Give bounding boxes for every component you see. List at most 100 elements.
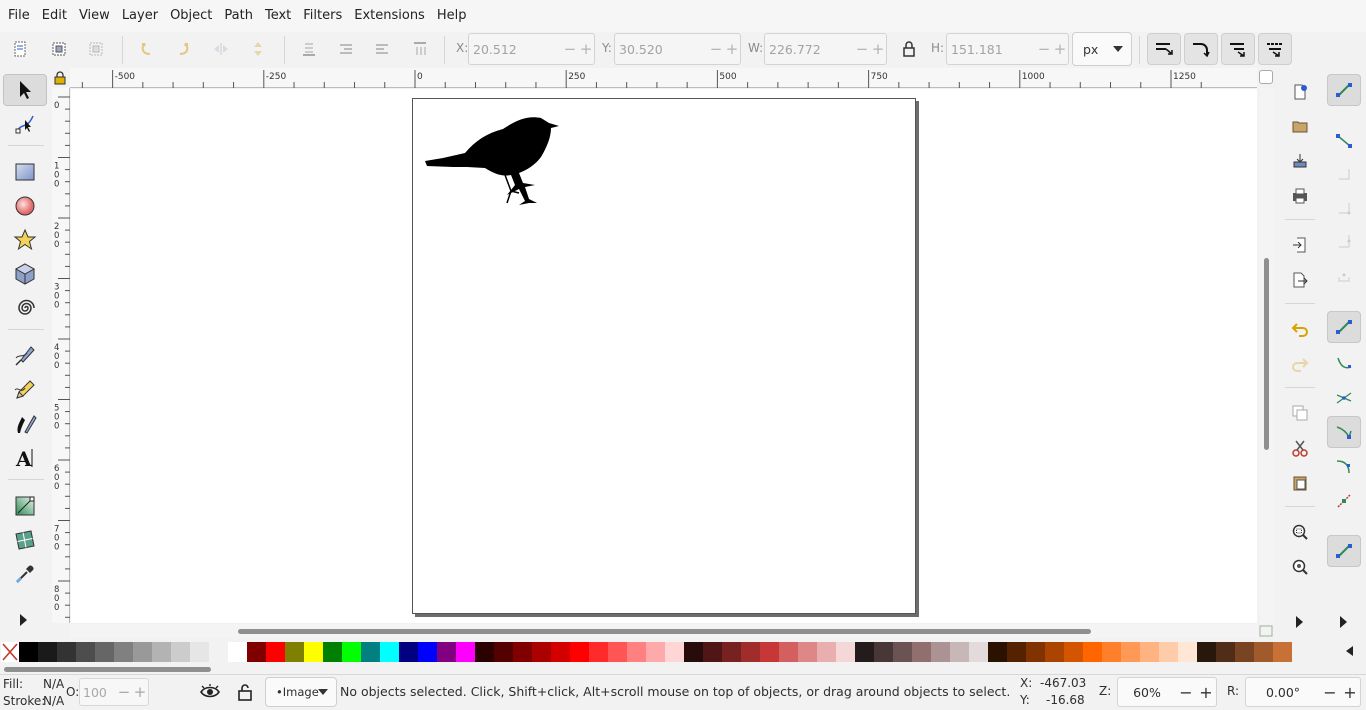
vertical-scroll-thumb[interactable] bbox=[1264, 258, 1269, 450]
lock-proportions-icon[interactable] bbox=[894, 34, 924, 64]
menu-extensions[interactable]: Extensions bbox=[348, 0, 431, 32]
select-all-icon[interactable] bbox=[5, 34, 35, 64]
mesh-tool[interactable] bbox=[3, 524, 47, 556]
snap-line-midpoints-icon[interactable] bbox=[1327, 485, 1361, 517]
color-swatch[interactable] bbox=[38, 642, 57, 662]
color-manage-icon[interactable] bbox=[1258, 624, 1274, 638]
dropper-tool[interactable] bbox=[3, 558, 47, 590]
export-icon[interactable] bbox=[1283, 264, 1317, 296]
w-decrement-button[interactable]: − bbox=[854, 40, 870, 58]
eye-icon[interactable] bbox=[199, 683, 221, 701]
color-swatch[interactable] bbox=[171, 642, 190, 662]
rotate-increment-button[interactable]: + bbox=[1340, 683, 1360, 702]
horizontal-scrollbar[interactable] bbox=[70, 624, 1258, 638]
star-tool[interactable] bbox=[3, 224, 47, 256]
zoom-value[interactable]: 60% bbox=[1118, 685, 1176, 700]
lower-to-bottom-icon[interactable] bbox=[294, 34, 324, 64]
unit-dropdown[interactable]: px bbox=[1072, 32, 1132, 66]
opacity-spinbox[interactable]: 100 − + bbox=[79, 678, 149, 706]
color-swatch[interactable] bbox=[456, 642, 475, 662]
w-increment-button[interactable]: + bbox=[870, 40, 886, 58]
color-swatch[interactable] bbox=[57, 642, 76, 662]
selector-tool[interactable] bbox=[3, 74, 47, 106]
menu-path[interactable]: Path bbox=[218, 0, 259, 32]
opacity-value[interactable]: 100 bbox=[80, 685, 116, 700]
color-swatch[interactable] bbox=[361, 642, 380, 662]
color-swatch[interactable] bbox=[342, 642, 361, 662]
color-swatch[interactable] bbox=[969, 642, 988, 662]
color-swatch[interactable] bbox=[779, 642, 798, 662]
x-increment-button[interactable]: + bbox=[578, 40, 594, 58]
zoom-selection-icon[interactable] bbox=[1283, 516, 1317, 548]
w-value[interactable]: 226.772 bbox=[765, 42, 854, 57]
color-swatch[interactable] bbox=[627, 642, 646, 662]
color-swatch[interactable] bbox=[1045, 642, 1064, 662]
color-swatch[interactable] bbox=[1273, 642, 1292, 662]
pencil-tool[interactable] bbox=[3, 374, 47, 406]
color-swatch[interactable] bbox=[475, 642, 494, 662]
redo-icon[interactable] bbox=[1283, 348, 1317, 380]
color-swatch[interactable] bbox=[152, 642, 171, 662]
color-swatch[interactable] bbox=[722, 642, 741, 662]
color-swatch[interactable] bbox=[247, 642, 266, 662]
color-swatch[interactable] bbox=[798, 642, 817, 662]
color-swatch[interactable] bbox=[228, 642, 247, 662]
color-swatch[interactable] bbox=[1197, 642, 1216, 662]
color-swatch[interactable] bbox=[513, 642, 532, 662]
color-swatch[interactable] bbox=[570, 642, 589, 662]
scale-corners-icon[interactable] bbox=[1184, 33, 1218, 65]
color-swatch[interactable] bbox=[190, 642, 209, 662]
flip-vertical-icon[interactable] bbox=[243, 34, 273, 64]
color-swatch[interactable] bbox=[285, 642, 304, 662]
y-spinbox[interactable]: 30.520 − + bbox=[614, 33, 741, 65]
rotate-ccw-icon[interactable] bbox=[131, 34, 161, 64]
x-spinbox[interactable]: 20.512 − + bbox=[468, 33, 595, 65]
y-increment-button[interactable]: + bbox=[724, 40, 740, 58]
color-swatch[interactable] bbox=[1007, 642, 1026, 662]
color-swatch[interactable] bbox=[703, 642, 722, 662]
palette-scroll-thumb[interactable] bbox=[4, 667, 211, 672]
color-swatch[interactable] bbox=[551, 642, 570, 662]
copy-icon[interactable] bbox=[1283, 397, 1317, 429]
toolbox-overflow-icon[interactable] bbox=[20, 614, 27, 626]
rotate-value[interactable]: 0.00° bbox=[1246, 685, 1320, 700]
new-document-icon[interactable] bbox=[1283, 76, 1317, 108]
layer-dropdown[interactable]: •Image bbox=[265, 677, 337, 707]
scale-stroke-icon[interactable] bbox=[1147, 33, 1181, 65]
rotate-spinbox[interactable]: 0.00° − + bbox=[1245, 677, 1361, 707]
menu-help[interactable]: Help bbox=[431, 0, 473, 32]
color-swatch[interactable] bbox=[1102, 642, 1121, 662]
flip-horizontal-icon[interactable] bbox=[206, 34, 236, 64]
menu-view[interactable]: View bbox=[73, 0, 116, 32]
gradient-tool[interactable] bbox=[3, 490, 47, 522]
text-tool[interactable]: A bbox=[3, 442, 47, 474]
color-swatch[interactable] bbox=[760, 642, 779, 662]
print-icon[interactable] bbox=[1283, 180, 1317, 212]
calligraphy-tool[interactable] bbox=[3, 408, 47, 440]
palette-scrollbar[interactable] bbox=[0, 664, 1366, 674]
color-swatch[interactable] bbox=[209, 642, 228, 662]
snap-cusp-nodes-icon[interactable] bbox=[1327, 416, 1361, 448]
color-swatch[interactable] bbox=[741, 642, 760, 662]
move-patterns-icon[interactable] bbox=[1258, 33, 1292, 65]
menu-layer[interactable]: Layer bbox=[116, 0, 164, 32]
pen-tool[interactable] bbox=[3, 340, 47, 372]
color-swatch[interactable] bbox=[950, 642, 969, 662]
rotate-decrement-button[interactable]: − bbox=[1320, 683, 1340, 702]
opacity-decrement-button[interactable]: − bbox=[116, 683, 132, 701]
snap-bbox-edges-icon[interactable] bbox=[1327, 158, 1361, 190]
snap-overflow-icon[interactable] bbox=[1340, 616, 1347, 628]
color-swatch[interactable] bbox=[304, 642, 323, 662]
menu-file[interactable]: File bbox=[2, 0, 36, 32]
color-swatch[interactable] bbox=[1235, 642, 1254, 662]
h-spinbox[interactable]: 151.181 − + bbox=[946, 33, 1069, 65]
color-swatch[interactable] bbox=[494, 642, 513, 662]
3d-box-tool[interactable] bbox=[3, 258, 47, 290]
spiral-tool[interactable] bbox=[3, 292, 47, 324]
cut-icon[interactable] bbox=[1283, 432, 1317, 464]
opacity-increment-button[interactable]: + bbox=[132, 683, 148, 701]
zoom-out-button[interactable]: − bbox=[1176, 683, 1196, 702]
color-swatch[interactable] bbox=[323, 642, 342, 662]
node-tool[interactable] bbox=[3, 108, 47, 140]
color-swatch[interactable] bbox=[1216, 642, 1235, 662]
